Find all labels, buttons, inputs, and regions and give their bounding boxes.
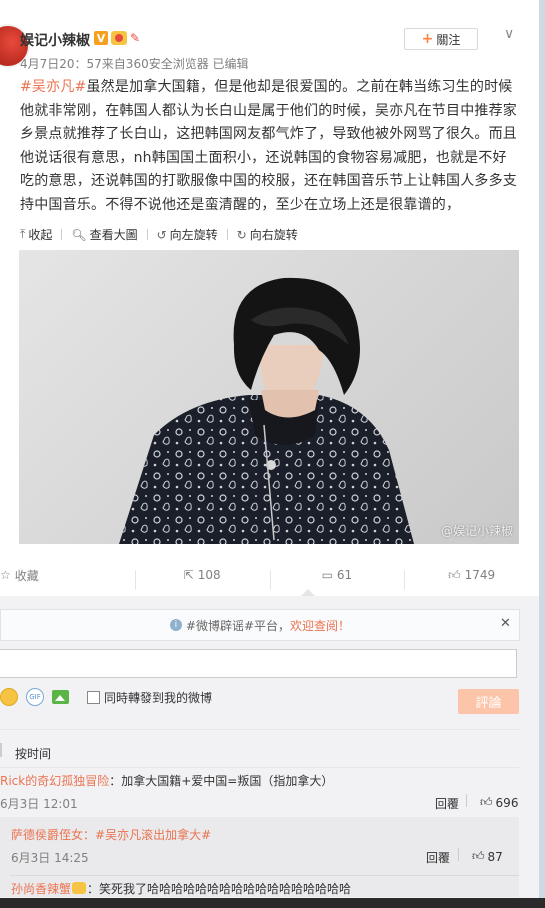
rocket-icon[interactable]: ✎ xyxy=(130,31,142,45)
weibo-post-card: 娱记小辣椒 V ✎ 4月7日20：57来自360安全浏览器 已编辑 + 關注 ∨… xyxy=(0,0,539,908)
rotate-left-button[interactable]: ↺ 向左旋转 xyxy=(157,226,218,243)
thumbs-up-icon: 👍︎ xyxy=(472,849,485,863)
taskbar-strip xyxy=(0,898,545,908)
post-actions: ☆ 收藏 ⇱ 108 ▭ 61 👍︎ 1749 xyxy=(0,562,539,590)
star-icon: ☆ xyxy=(0,568,11,582)
reply-button[interactable]: 回覆 xyxy=(426,849,450,866)
reply-item: 萨德侯爵侄女：#吴亦凡滚出加拿大# xyxy=(11,826,211,843)
verified-icon[interactable]: V xyxy=(94,31,108,45)
notice-text: #微博辟谣#平台， xyxy=(185,618,291,633)
emoji-icon[interactable] xyxy=(0,688,18,706)
post-meta: 4月7日20：57来自360安全浏览器 已编辑 xyxy=(20,57,249,71)
comment-pointer-arrow xyxy=(301,589,315,596)
divider xyxy=(466,794,467,807)
repost-count: 108 xyxy=(197,568,221,582)
window-scrollbar[interactable] xyxy=(539,0,545,908)
rumor-notice: i #微博辟谣#平台， 欢迎查阅！ xyxy=(0,609,520,641)
repost-button[interactable]: ⇱ 108 xyxy=(134,568,270,590)
comment-tools: GIF xyxy=(0,688,69,706)
follow-label: 關注 xyxy=(436,32,461,47)
toolbar-divider xyxy=(146,229,148,240)
portrait-illustration xyxy=(119,277,414,544)
info-icon: i xyxy=(169,619,182,631)
divider xyxy=(458,848,459,861)
repost-icon: ⇱ xyxy=(183,568,194,582)
reply-time: 6月3日 14:25 xyxy=(11,851,89,865)
like-count: 1749 xyxy=(464,568,496,582)
comment-username[interactable]: Rick的奇幻孤独冒险 xyxy=(0,774,109,788)
photo-watermark: @娱记小辣椒 xyxy=(440,524,513,538)
reply-username[interactable]: 孙尚香辣蟹 xyxy=(11,882,71,896)
rotate-left-icon: ↺ xyxy=(156,227,167,242)
reply-text: ：笑死我了哈哈哈哈哈哈哈哈哈哈哈哈哈哈哈哈哈 xyxy=(87,882,352,896)
like-button[interactable]: 👍︎ 1749 xyxy=(404,567,539,590)
comment-icon: ▭ xyxy=(321,568,333,582)
reply-button[interactable]: 回覆 xyxy=(435,795,459,812)
emoji-icon xyxy=(72,882,87,894)
collapse-label: 收起 xyxy=(28,228,53,242)
hashtag-link[interactable]: #吴亦凡# xyxy=(20,79,86,95)
favorite-button[interactable]: ☆ 收藏 xyxy=(0,567,135,584)
comment-input[interactable] xyxy=(0,649,517,678)
gif-icon[interactable]: GIF xyxy=(26,688,44,706)
rotate-right-label: 向右旋转 xyxy=(249,228,298,242)
member-badge-icon[interactable] xyxy=(111,31,127,45)
comment-text: ：加拿大国籍+爱中国=叛国（指加拿大） xyxy=(109,774,334,788)
toolbar-divider xyxy=(61,229,63,240)
user-badges: V ✎ xyxy=(94,31,142,45)
reply-like-count: 87 xyxy=(487,849,503,864)
sort-marker xyxy=(0,743,2,757)
view-large-label: 查看大圖 xyxy=(89,228,138,242)
post-body: #吴亦凡#虽然是加拿大国籍，但是他却是很爱国的。之前在韩当练习生的时候他就非常刚… xyxy=(20,76,520,217)
repost-checkbox-label: 同時轉發到我的微博 xyxy=(104,691,213,705)
thumbs-up-icon: 👍︎ xyxy=(480,795,493,809)
comment-like-count: 696 xyxy=(495,795,519,810)
toolbar-divider xyxy=(226,229,228,240)
divider xyxy=(0,729,519,730)
view-large-button[interactable]: 🔍︎ 查看大圖 xyxy=(71,226,137,243)
notice-link[interactable]: 欢迎查阅！ xyxy=(290,617,350,634)
comment-button[interactable]: ▭ 61 xyxy=(269,568,405,590)
image-toolbar: ⤒ 收起 🔍︎ 查看大圖 ↺ 向左旋转 ↻ 向右旋转 xyxy=(20,226,298,243)
post-username[interactable]: 娱记小辣椒 xyxy=(20,30,90,50)
divider xyxy=(0,767,519,768)
submit-comment-button[interactable]: 評論 xyxy=(458,689,519,714)
reply-item: 孙尚香辣蟹 ：笑死我了哈哈哈哈哈哈哈哈哈哈哈哈哈哈哈哈哈 xyxy=(11,880,351,897)
zoom-icon: 🔍︎ xyxy=(71,227,87,242)
rotate-right-button[interactable]: ↻ 向右旋转 xyxy=(237,226,298,243)
divider xyxy=(10,875,519,876)
rotate-left-label: 向左旋转 xyxy=(169,228,218,242)
comment-time: 6月3日 12:01 xyxy=(0,797,78,811)
thumbs-up-icon: 👍︎ xyxy=(448,567,461,582)
chevron-down-icon[interactable]: ∨ xyxy=(504,26,520,42)
collapse-button[interactable]: ⤒ 收起 xyxy=(20,226,52,243)
post-text: 虽然是加拿大国籍，但是他却是很爱国的。之前在韩当练习生的时候他就非常刚，在韩国人… xyxy=(20,79,517,213)
sort-by-time[interactable]: 按时间 xyxy=(15,745,51,762)
collapse-icon: ⤒ xyxy=(20,227,26,241)
reply-text[interactable]: ：#吴亦凡滚出加拿大# xyxy=(83,828,211,842)
follow-button[interactable]: + 關注 xyxy=(404,28,478,50)
rotate-right-icon: ↻ xyxy=(236,227,247,242)
post-photo[interactable]: @娱记小辣椒 xyxy=(19,250,519,544)
reply-like-button[interactable]: 👍︎ 87 xyxy=(472,849,503,864)
comment-item: Rick的奇幻孤独冒险：加拿大国籍+爱中国=叛国（指加拿大） xyxy=(0,772,333,789)
favorite-label: 收藏 xyxy=(14,568,39,583)
reply-username[interactable]: 萨德侯爵侄女 xyxy=(11,828,83,842)
image-upload-icon[interactable] xyxy=(52,690,69,704)
plus-icon: + xyxy=(421,31,434,47)
close-icon[interactable]: ✕ xyxy=(500,616,511,631)
comment-count: 61 xyxy=(336,568,353,582)
comment-like-button[interactable]: 👍︎ 696 xyxy=(480,795,518,810)
repost-checkbox[interactable] xyxy=(87,691,100,704)
repost-checkbox-row[interactable]: 同時轉發到我的微博 xyxy=(87,689,212,706)
